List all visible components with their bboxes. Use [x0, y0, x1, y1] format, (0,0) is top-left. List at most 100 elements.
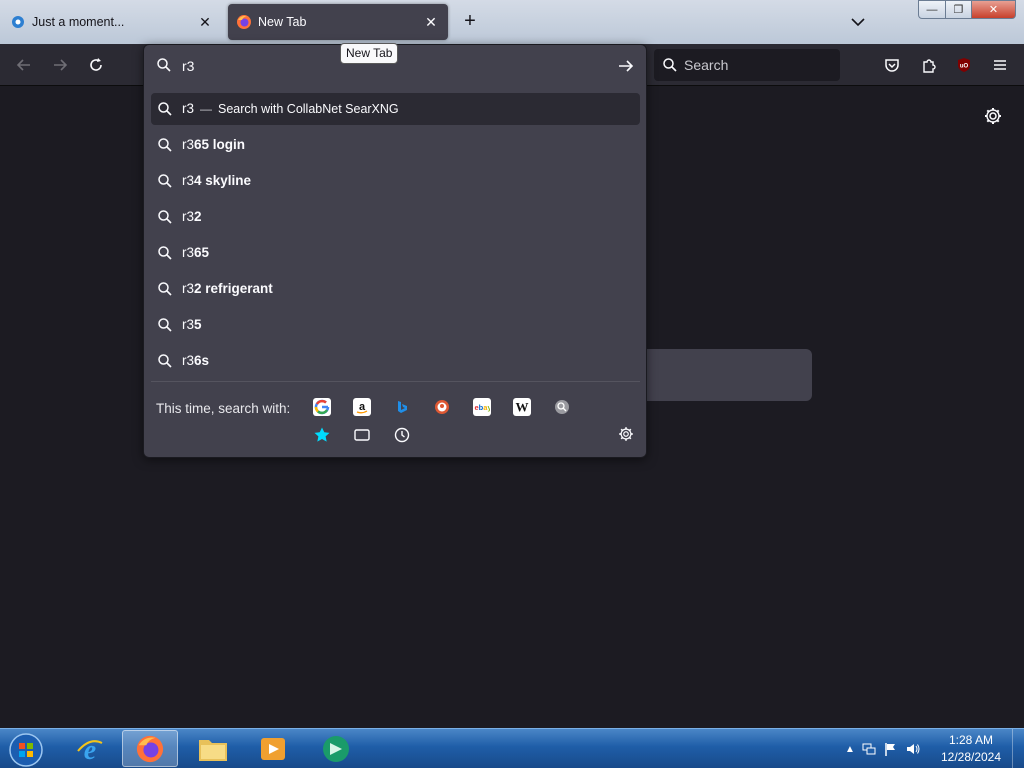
- typed-text: r3: [182, 209, 195, 224]
- newtab-search-card: [640, 349, 812, 401]
- divider: [151, 381, 640, 382]
- typed-text: r3: [182, 281, 195, 296]
- windows-taskbar: e ▲ 1:28 AM 12/28/2024: [0, 728, 1024, 768]
- tab-tooltip: New Tab: [340, 43, 399, 64]
- firefox-icon: [236, 14, 252, 30]
- search-suggestion-row[interactable]: r32: [151, 201, 640, 233]
- search-icon: [158, 210, 172, 224]
- bing-icon[interactable]: [393, 398, 411, 416]
- network-icon[interactable]: [858, 741, 880, 757]
- new-tab-plus-icon[interactable]: +: [458, 10, 482, 34]
- close-window-button[interactable]: ✕: [971, 0, 1016, 19]
- suggestion-text: 65 login: [194, 137, 246, 152]
- search-settings-gear-icon[interactable]: [617, 425, 635, 443]
- duckduckgo-icon[interactable]: [433, 398, 451, 416]
- tab-just-a-moment[interactable]: Just a moment... ✕: [2, 4, 222, 40]
- reload-icon[interactable]: [84, 53, 108, 77]
- search-suggestion-row[interactable]: r365 login: [151, 129, 640, 161]
- volume-icon[interactable]: [902, 741, 924, 757]
- forward-arrow-icon[interactable]: [48, 53, 72, 77]
- svg-text:e: e: [84, 735, 96, 765]
- app-icon[interactable]: [308, 730, 364, 767]
- clock-date: 12/28/2024: [940, 750, 1002, 764]
- suggestion-text: 5: [194, 317, 202, 332]
- go-arrow-icon[interactable]: [614, 54, 638, 78]
- tabs-icon[interactable]: [353, 426, 371, 444]
- result-text: r365 login: [182, 137, 245, 152]
- bookmarks-star-icon[interactable]: [313, 426, 331, 444]
- result-text: r32: [182, 209, 202, 224]
- urlbar-popup: r3—Search with CollabNet SearXNGr365 log…: [143, 44, 647, 458]
- tab-label: Just a moment...: [32, 15, 125, 29]
- suggestion-text: 65: [194, 245, 210, 260]
- suggestion-text: 2: [194, 209, 202, 224]
- chevron-down-icon[interactable]: [846, 10, 870, 34]
- search-placeholder: Search: [684, 57, 729, 73]
- typed-text: r3: [182, 245, 195, 260]
- result-text: r34 skyline: [182, 173, 251, 188]
- clock-time: 1:28 AM: [948, 733, 994, 747]
- pocket-icon[interactable]: [880, 53, 904, 77]
- svg-text:a: a: [359, 401, 366, 413]
- typed-text: r3: [182, 137, 195, 152]
- action-separator: —: [200, 102, 213, 116]
- google-icon[interactable]: [313, 398, 331, 416]
- media-player-icon[interactable]: [245, 730, 301, 767]
- newtab-settings-gear-icon[interactable]: [981, 104, 1005, 128]
- action-center-flag-icon[interactable]: [880, 741, 902, 757]
- ebay-icon[interactable]: ebay: [473, 398, 491, 416]
- show-hidden-icons-icon[interactable]: ▲: [842, 744, 858, 755]
- result-text: r3 — Search with CollabNet SearXNG: [182, 101, 399, 116]
- show-desktop-button[interactable]: [1012, 729, 1024, 768]
- system-clock[interactable]: 1:28 AM 12/28/2024: [936, 732, 1006, 766]
- search-suggestion-row[interactable]: r35: [151, 309, 640, 341]
- search-suggestion-row[interactable]: r32 refrigerant: [151, 273, 640, 305]
- oneoff-search-label: This time, search with:: [156, 401, 291, 416]
- suggestion-text: 4 skyline: [194, 173, 252, 188]
- search-suggestion-row[interactable]: r365: [151, 237, 640, 269]
- close-tab-icon[interactable]: ✕: [422, 13, 440, 31]
- search-action-row[interactable]: r3 — Search with CollabNet SearXNG: [151, 93, 640, 125]
- result-text: r35: [182, 317, 202, 332]
- tab-strip: Just a moment... ✕ New Tab ✕ + — ❐ ✕: [0, 0, 1024, 44]
- extensions-puzzle-icon[interactable]: [917, 53, 941, 77]
- result-text: r36s: [182, 353, 209, 368]
- firefox-icon[interactable]: [122, 730, 178, 767]
- start-button[interactable]: [6, 732, 46, 768]
- internet-explorer-icon[interactable]: e: [62, 730, 118, 767]
- svg-text:uO: uO: [960, 64, 969, 70]
- search-icon: [157, 58, 171, 72]
- search-icon: [158, 318, 172, 332]
- svg-text:ebay: ebay: [475, 403, 491, 412]
- file-explorer-icon[interactable]: [185, 730, 241, 767]
- ublock-origin-icon[interactable]: uO: [952, 53, 976, 77]
- close-tab-icon[interactable]: ✕: [196, 13, 214, 31]
- search-suggestion-row[interactable]: r34 skyline: [151, 165, 640, 197]
- toolbar-search-box[interactable]: Search: [654, 49, 840, 81]
- suggestion-text: 2 refrigerant: [194, 281, 273, 296]
- search-icon: [663, 58, 677, 72]
- tab-label: New Tab: [258, 15, 307, 29]
- tab-new-tab[interactable]: New Tab ✕: [228, 4, 448, 40]
- hamburger-menu-icon[interactable]: [988, 53, 1012, 77]
- history-clock-icon[interactable]: [393, 426, 411, 444]
- typed-text: r3: [182, 101, 195, 116]
- search-icon: [158, 354, 172, 368]
- minimize-window-button[interactable]: —: [918, 0, 946, 19]
- result-text: r32 refrigerant: [182, 281, 273, 296]
- typed-text: r3: [182, 173, 195, 188]
- search-action-text: Search with CollabNet SearXNG: [218, 102, 399, 116]
- amazon-icon[interactable]: a: [353, 398, 371, 416]
- result-text: r365: [182, 245, 209, 260]
- back-arrow-icon[interactable]: [12, 53, 36, 77]
- typed-text: r3: [182, 317, 195, 332]
- restore-window-button[interactable]: ❐: [945, 0, 972, 19]
- search-icon: [158, 102, 172, 116]
- typed-text: r3: [182, 353, 195, 368]
- search-icon: [158, 246, 172, 260]
- wikipedia-icon[interactable]: W: [513, 398, 531, 416]
- search-suggestion-row[interactable]: r36s: [151, 345, 640, 377]
- searxng-icon[interactable]: [553, 398, 571, 416]
- search-icon: [158, 282, 172, 296]
- svg-text:W: W: [516, 400, 529, 415]
